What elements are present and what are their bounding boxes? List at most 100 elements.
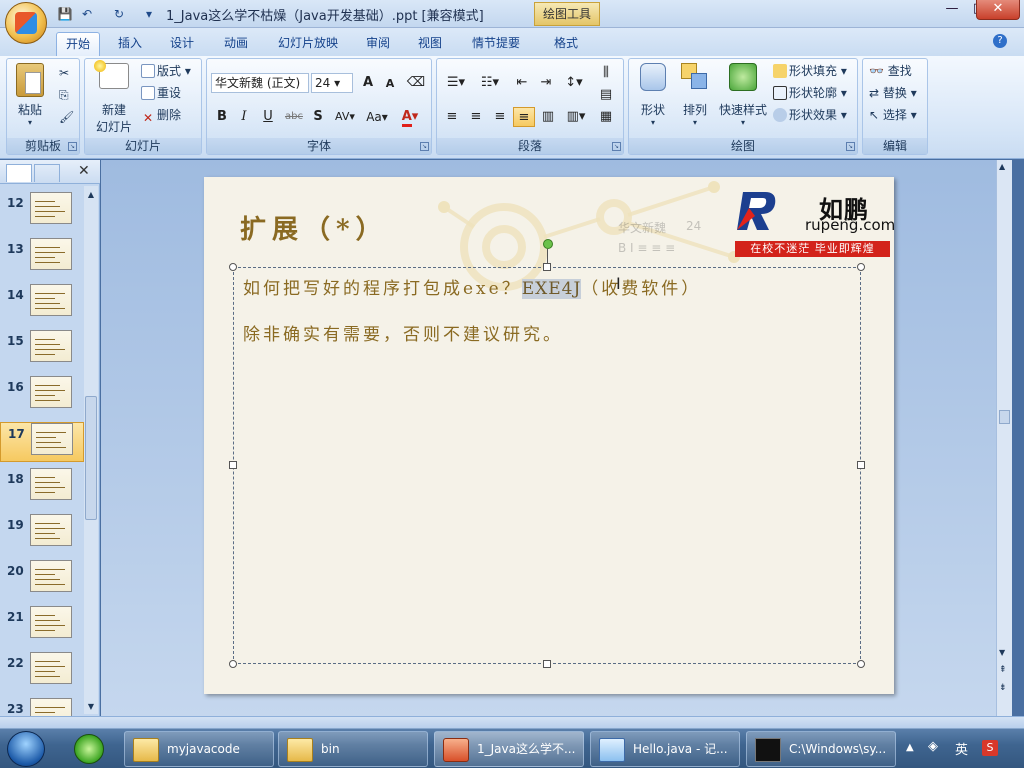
shrink-font-button[interactable]: A — [379, 74, 401, 94]
panel-scrollbar[interactable]: ▲ ▼ — [84, 186, 98, 714]
reset-button[interactable]: 重设 — [141, 83, 181, 103]
customize-quick-access-icon[interactable]: ▾ — [140, 6, 158, 22]
arrange-button[interactable]: 排列 ▾ — [675, 63, 715, 127]
delete-slide-button[interactable]: ✕ 删除 — [141, 105, 181, 125]
find-button[interactable]: 👓 查找 — [869, 61, 912, 81]
copy-icon[interactable]: ⎘ — [59, 85, 69, 105]
text-shadow-button[interactable]: S — [307, 107, 329, 127]
browser-pinned-icon[interactable] — [72, 732, 106, 766]
slide-thumbnail[interactable]: 19 — [0, 514, 84, 554]
quick-styles-button[interactable]: 快速样式 ▾ — [717, 63, 769, 127]
tab-view[interactable]: 视图 — [408, 32, 452, 56]
line-spacing-icon[interactable]: ↕▾ — [559, 73, 589, 93]
slide-title[interactable]: 扩展（*） — [240, 209, 388, 246]
shapes-button[interactable]: 形状 ▾ — [633, 63, 673, 127]
layout-button[interactable]: 版式 ▾ — [141, 61, 191, 81]
redo-icon[interactable]: ↻ — [110, 6, 128, 22]
save-icon[interactable]: 💾 — [56, 6, 74, 22]
increase-indent-icon[interactable]: ⇥ — [535, 73, 557, 93]
shape-fill-button[interactable]: 形状填充 ▾ — [773, 61, 847, 81]
cut-icon[interactable]: ✂ — [59, 63, 69, 83]
distribute-icon[interactable]: ▥ — [537, 107, 559, 127]
char-spacing-button[interactable]: AV▾ — [331, 107, 359, 127]
decrease-indent-icon[interactable]: ⇤ — [511, 73, 533, 93]
help-icon[interactable]: ? — [993, 34, 1007, 48]
grow-font-button[interactable]: A — [357, 73, 379, 93]
resize-handle-s[interactable] — [543, 660, 551, 668]
resize-handle-sw[interactable] — [229, 660, 237, 668]
tab-slideshow[interactable]: 幻灯片放映 — [268, 32, 348, 56]
tab-format[interactable]: 格式 — [544, 32, 588, 56]
start-button[interactable] — [7, 731, 45, 767]
slide-thumbnail[interactable]: 12 — [0, 192, 84, 232]
scroll-thumb[interactable] — [999, 410, 1010, 424]
slide-thumbnail[interactable]: 13 — [0, 238, 84, 278]
tab-review[interactable]: 审阅 — [356, 32, 400, 56]
taskbar-item-notepad[interactable]: Hello.java - 记... — [590, 731, 740, 767]
paste-button[interactable]: 粘贴 ▾ — [13, 63, 47, 127]
resize-handle-e[interactable] — [857, 461, 865, 469]
resize-handle-ne[interactable] — [857, 263, 865, 271]
rotation-handle[interactable] — [543, 239, 553, 249]
align-center-icon[interactable]: ≡ — [465, 107, 487, 127]
main-scrollbar[interactable]: ▲ ▼ ⇞ ⇟ — [996, 160, 1012, 716]
strikethrough-button[interactable]: abc — [281, 107, 307, 127]
new-slide-button[interactable]: 新建 幻灯片 — [89, 60, 139, 135]
tray-expand-icon[interactable]: ▲ — [906, 742, 914, 753]
format-painter-icon[interactable]: 🖌 — [59, 107, 74, 127]
scroll-up-icon[interactable]: ▲ — [999, 162, 1005, 171]
taskbar-item-cmd[interactable]: C:\Windows\sy... — [746, 731, 896, 767]
slide-thumbnail[interactable]: 18 — [0, 468, 84, 508]
slide-text-line-2[interactable]: 除非确实有需要，否则不建议研究。 — [243, 320, 563, 345]
slide-thumbnail[interactable]: 17 — [0, 422, 84, 462]
shape-effects-button[interactable]: 形状效果 ▾ — [773, 105, 847, 125]
slide-text-line-1[interactable]: 如何把写好的程序打包成exe？EXE4J（收费软件） — [243, 274, 701, 299]
align-left-icon[interactable]: ≡ — [441, 107, 463, 127]
tab-design[interactable]: 设计 — [160, 32, 204, 56]
close-panel-icon[interactable]: ✕ — [78, 163, 90, 179]
justify-icon[interactable]: ≡ — [513, 107, 535, 127]
scroll-thumb[interactable] — [85, 396, 97, 520]
scroll-down-icon[interactable]: ▼ — [999, 648, 1005, 657]
numbering-icon[interactable]: ☷▾ — [475, 73, 505, 93]
tab-animation[interactable]: 动画 — [214, 32, 258, 56]
underline-button[interactable]: U — [257, 107, 279, 127]
columns-icon[interactable]: ▥▾ — [561, 107, 591, 127]
scroll-down-icon[interactable]: ▼ — [85, 702, 97, 712]
slide-thumbnail[interactable]: 20 — [0, 560, 84, 600]
drawing-dialog-launcher-icon[interactable]: ↘ — [846, 142, 855, 151]
shape-outline-button[interactable]: 形状轮廓 ▾ — [773, 83, 847, 103]
smartart-icon[interactable]: ▦ — [595, 107, 617, 127]
resize-handle-n[interactable] — [543, 263, 551, 271]
office-button[interactable] — [5, 2, 47, 44]
undo-icon[interactable]: ↶ — [78, 6, 96, 22]
tab-storyboard[interactable]: 情节提要 — [464, 32, 528, 56]
italic-button[interactable]: I — [233, 107, 255, 127]
align-text-icon[interactable]: ▤ — [595, 85, 617, 105]
dialog-launcher-icon[interactable]: ↘ — [68, 142, 77, 151]
bullets-icon[interactable]: ☰▾ — [441, 73, 471, 93]
resize-handle-se[interactable] — [857, 660, 865, 668]
taskbar-item-bin[interactable]: bin — [278, 731, 428, 767]
minimize-button[interactable]: — — [938, 0, 966, 20]
slides-tab-icon[interactable] — [6, 164, 32, 182]
slide-canvas[interactable]: 扩展（*） 华文新魏 24 B I ≡ ≡ ≡ 如鹏 rupeng.com 在校… — [204, 177, 894, 694]
font-color-button[interactable]: A▾ — [395, 107, 425, 127]
resize-handle-w[interactable] — [229, 461, 237, 469]
change-case-button[interactable]: Aa▾ — [363, 107, 391, 127]
font-name-combo[interactable]: 华文新魏 (正文) — [211, 73, 309, 93]
align-right-icon[interactable]: ≡ — [489, 107, 511, 127]
font-size-combo[interactable]: 24 ▾ — [311, 73, 353, 93]
slide-thumbnail[interactable]: 21 — [0, 606, 84, 646]
scroll-up-icon[interactable]: ▲ — [85, 190, 97, 200]
slide-thumbnail[interactable]: 23 — [0, 698, 84, 716]
mini-format-toolbar[interactable]: 华文新魏 24 B I ≡ ≡ ≡ — [614, 215, 734, 263]
next-slide-icon[interactable]: ⇟ — [999, 684, 1007, 693]
slide-thumbnail[interactable]: 22 — [0, 652, 84, 692]
select-button[interactable]: ↖ 选择 ▾ — [869, 105, 917, 125]
clear-format-icon[interactable]: ⌫ — [405, 73, 427, 93]
previous-slide-icon[interactable]: ⇞ — [999, 666, 1007, 675]
network-tray-icon[interactable]: ◈ — [928, 739, 938, 754]
sogou-ime-icon[interactable]: S — [982, 740, 998, 756]
ime-indicator[interactable]: 英 — [955, 739, 968, 758]
